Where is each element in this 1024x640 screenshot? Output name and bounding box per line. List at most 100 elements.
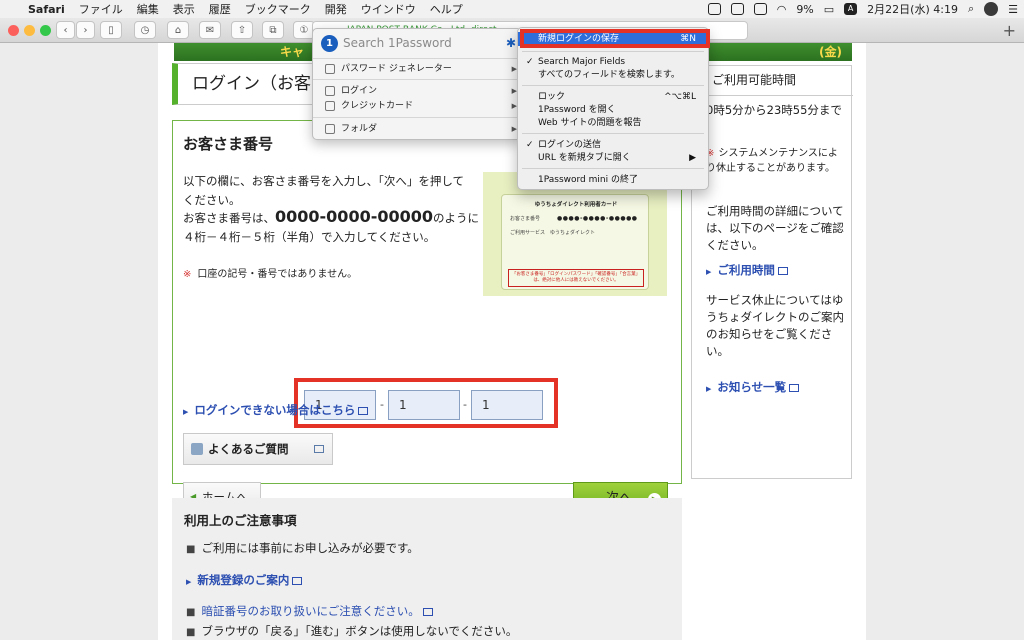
menu-item-submit-login[interactable]: ✓ ログインの送信 <box>518 138 708 152</box>
menu-history[interactable]: 履歴 <box>209 1 231 17</box>
new-tab-button[interactable]: + <box>1003 21 1016 40</box>
hours-link-label[interactable]: ご利用時間 <box>717 263 775 277</box>
user-card-image: ゆうちょダイレクト利用者カード お客さま番号 ●●●●-●●●●-●●●●● ご… <box>483 172 667 296</box>
home-icon[interactable]: ⌂ <box>167 21 189 39</box>
dash-separator: - <box>380 398 384 411</box>
battery-percent[interactable]: 9% <box>796 3 813 16</box>
login-help-label[interactable]: ログインできない場合はこちら <box>194 403 355 417</box>
dash-separator: - <box>463 398 467 411</box>
menu-develop[interactable]: 開発 <box>325 1 347 17</box>
note-text: 口座の記号・番号ではありません。 <box>197 269 358 280</box>
card-image-title: ゆうちょダイレクト利用者カード <box>534 202 618 208</box>
login-help-link[interactable]: ▶ ログインできない場合はこちら <box>183 402 369 418</box>
menu-item-lock[interactable]: ロック ^⌥⌘L <box>518 90 708 104</box>
status-tray-icon[interactable] <box>730 3 744 15</box>
external-window-icon <box>314 445 324 453</box>
chevron-right-icon: ▶ <box>689 153 696 163</box>
format-text: お客さま番号は、0000-0000-00000のように４桁－４桁－５桁（半角）で… <box>183 207 483 247</box>
search-icon[interactable]: ⌕ <box>968 2 974 16</box>
menubar-clock[interactable]: 2月22日(水) 4:19 <box>867 1 958 17</box>
zoom-window-button[interactable] <box>40 25 51 36</box>
external-window-icon <box>422 607 433 616</box>
arrow-icon: ▶ <box>706 268 712 276</box>
menu-item-search-all-fields[interactable]: すべてのフィールドを検索します。 <box>518 68 708 82</box>
battery-icon[interactable]: ▭ <box>824 3 834 16</box>
menu-item-report-issue[interactable]: Web サイトの問題を報告 <box>518 116 708 130</box>
menu-file[interactable]: ファイル <box>79 1 123 17</box>
menu-window[interactable]: ウインドウ <box>361 1 416 17</box>
close-window-button[interactable] <box>8 25 19 36</box>
credit-card-icon <box>325 101 335 111</box>
bullet-icon: ■ <box>186 627 196 638</box>
notification-center-icon[interactable]: ☰ <box>1008 3 1018 16</box>
menu-app-name[interactable]: Safari <box>28 3 65 16</box>
faq-button[interactable]: よくあるご質問 <box>183 433 333 465</box>
minimize-window-button[interactable] <box>24 25 35 36</box>
notes-heading: 利用上のご注意事項 <box>184 513 297 528</box>
news-link-label[interactable]: お知らせ一覧 <box>717 380 786 394</box>
notes-item: ■ ブラウザの「戻る」「進む」ボタンは使用しないでください。 <box>186 623 517 639</box>
report-issue-label: Web サイトの問題を報告 <box>538 118 642 128</box>
hours-link[interactable]: ▶ ご利用時間 <box>706 262 846 281</box>
folder-label: フォルダ <box>341 124 378 134</box>
bullet-icon: ■ <box>186 607 196 618</box>
password-generator-item[interactable]: パスワード ジェネレーター ▶ <box>313 61 523 77</box>
customer-number-field-3[interactable]: 1 <box>471 390 543 420</box>
register-guide-label[interactable]: 新規登録のご案内 <box>197 573 289 587</box>
1password-search[interactable]: 1 Search 1Password ✱ <box>313 29 523 59</box>
menu-bookmarks[interactable]: ブックマーク <box>245 1 311 17</box>
card-image-line2: ご利用サービス ゆうちょダイレクト <box>510 230 596 236</box>
card-image-number: ●●●●-●●●●-●●●●● <box>557 215 638 222</box>
pin-notice-label[interactable]: 暗証番号のお取り扱いにご注意ください。 <box>201 604 419 618</box>
menu-view[interactable]: 表示 <box>173 1 195 17</box>
external-window-icon <box>777 266 788 275</box>
forward-button[interactable]: › <box>76 21 95 39</box>
register-guide-link[interactable]: ▶ 新規登録のご案内 <box>186 572 303 588</box>
tabs-icon[interactable]: ⧉ <box>262 21 284 39</box>
login-category-item[interactable]: ログイン ▶ <box>313 83 523 99</box>
history-icon[interactable]: ◷ <box>134 21 156 39</box>
gear-icon[interactable]: ✱ <box>506 36 516 50</box>
suspension-text: サービス休止についてはゆうちょダイレクトのご案内のお知らせをご覧ください。 <box>706 293 844 358</box>
customer-number-field-2[interactable]: 1 <box>388 390 460 420</box>
menu-item-open-url-tab[interactable]: URL を新規タブに開く ▶ <box>518 151 708 165</box>
hours-heading: ご利用可能時間 <box>692 66 853 96</box>
1password-logo-icon: 1 <box>321 35 338 52</box>
1password-tray-icon[interactable] <box>707 3 721 15</box>
instruction-text: 以下の欄に、お客さま番号を入力し、「次へ」を押してください。 <box>183 174 465 207</box>
input-source-icon[interactable]: A <box>844 3 858 15</box>
menu-item-search-major-fields[interactable]: ✓ Search Major Fields <box>518 55 708 69</box>
menu-edit[interactable]: 編集 <box>137 1 159 17</box>
macos-menubar: Safari ファイル 編集 表示 履歴 ブックマーク 開発 ウインドウ ヘルプ… <box>0 0 1024 18</box>
mail-icon[interactable]: ✉ <box>199 21 221 39</box>
pin-notice-link[interactable]: ■ 暗証番号のお取り扱いにご注意ください。 <box>186 603 433 619</box>
usage-notes: 利用上のご注意事項 ■ ご利用には事前にお申し込みが必要です。 ▶ 新規登録のご案内… <box>172 498 682 640</box>
search-major-label: Search Major Fields <box>538 57 626 67</box>
folder-category-item[interactable]: フォルダ ▶ <box>313 121 523 137</box>
maintenance-note: ※ システムメンテナンスにより休止することがあります。 <box>706 146 846 176</box>
news-link[interactable]: ▶ お知らせ一覧 <box>706 379 846 398</box>
menu-item-open-1password[interactable]: 1Password を開く <box>518 103 708 117</box>
sidebar-toggle-icon[interactable]: ▯ <box>100 21 122 39</box>
wifi-icon[interactable]: ◠ <box>777 3 787 16</box>
card-image-line1: お客さま番号 <box>510 216 541 222</box>
password-generator-label: パスワード ジェネレーター <box>341 64 452 74</box>
notes-tray-icon[interactable] <box>753 3 767 15</box>
menu-help[interactable]: ヘルプ <box>430 1 463 17</box>
menubar-status-area: ◠ 9% ▭ A 2月22日(水) 4:19 ⌕ ☰ <box>707 0 1018 18</box>
menu-separator <box>522 133 704 134</box>
back-button[interactable]: ‹ <box>56 21 75 39</box>
1password-search-input[interactable]: Search 1Password <box>343 36 452 50</box>
banner-right-text: (金) <box>819 45 842 59</box>
menu-item-quit-mini[interactable]: 1Password mini の終了 <box>518 173 708 187</box>
user-avatar[interactable] <box>984 2 999 16</box>
arrow-icon: ▶ <box>183 408 189 416</box>
external-window-icon <box>358 406 369 415</box>
credit-card-category-item[interactable]: クレジットカード ▶ <box>313 98 523 114</box>
folder-icon <box>325 124 335 134</box>
format-pre: お客さま番号は、 <box>183 211 275 225</box>
share-icon[interactable]: ⇧ <box>231 21 253 39</box>
notes-item-text: ご利用には事前にお申し込みが必要です。 <box>201 541 419 555</box>
highlight-annotation <box>520 29 710 48</box>
card-image-warning: 「お客さま番号」「ログインパスワード」「確認番号」「合言葉」は、絶対に他人には教… <box>508 269 644 287</box>
